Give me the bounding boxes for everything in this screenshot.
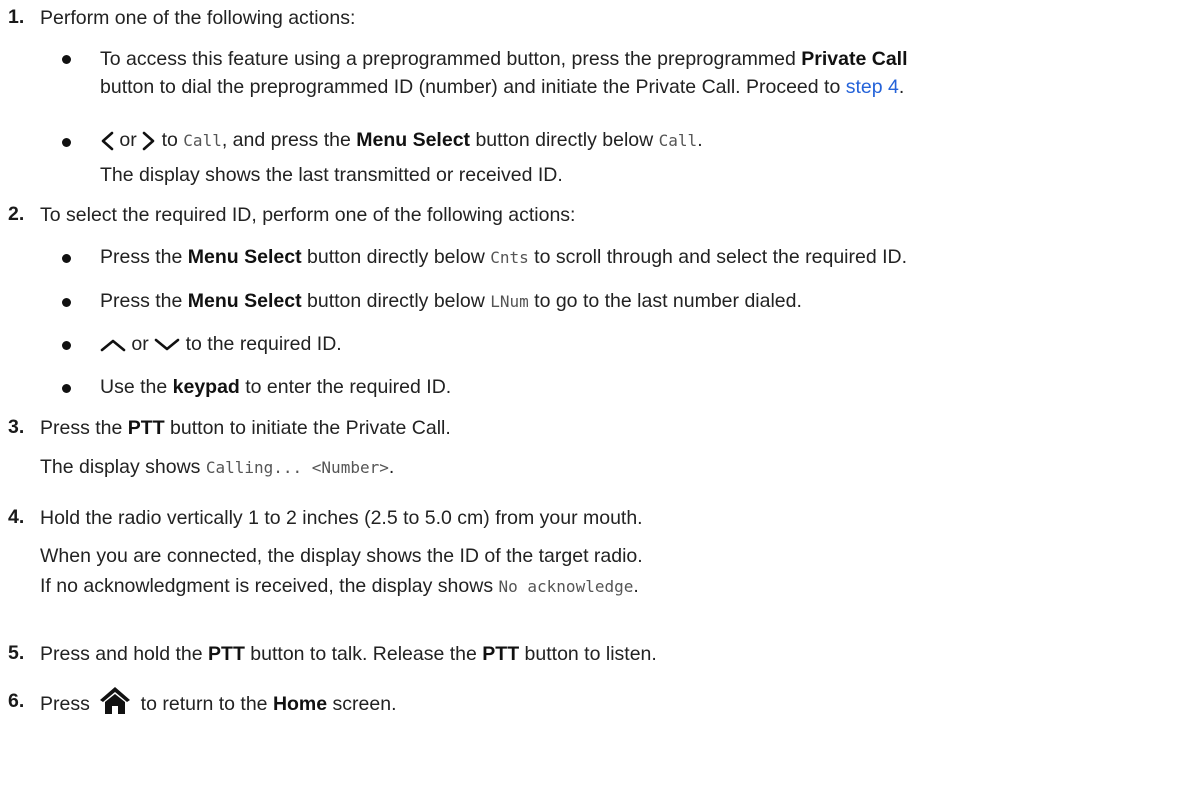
step-2-bullet-2: Press the Menu Select button directly be…: [100, 289, 802, 314]
menu-select-label: Menu Select: [356, 129, 471, 151]
private-call-label: Private Call: [801, 48, 908, 70]
text: to scroll through and select the require…: [528, 246, 908, 268]
step-4-number: 4.: [8, 506, 25, 528]
menu-select-label: Menu Select: [187, 290, 302, 312]
step-3-text: Press the PTT button to initiate the Pri…: [40, 416, 451, 440]
step-4-link[interactable]: step 4: [846, 76, 899, 98]
text: button to dial the preprogrammed ID (num…: [100, 76, 846, 98]
text: or: [131, 333, 149, 355]
keypad-label: keypad: [172, 376, 240, 398]
step-4-line-2: When you are connected, the display show…: [40, 545, 643, 567]
left-arrow-icon: [100, 131, 114, 151]
step-1-bullet-1-line-1: To access this feature using a preprogra…: [100, 47, 908, 71]
up-arrow-icon: [100, 338, 126, 352]
bullet: [62, 138, 71, 147]
bullet: [62, 55, 71, 64]
text: .: [633, 575, 639, 597]
step-5-number: 5.: [8, 642, 25, 664]
bullet: [62, 298, 71, 307]
text: Press the: [100, 290, 188, 312]
text: screen.: [327, 693, 397, 716]
step-2-number: 2.: [8, 203, 25, 225]
text: Press: [40, 693, 96, 716]
text: button to initiate the Private Call.: [164, 417, 451, 439]
text: button to listen.: [519, 643, 657, 665]
step-4-text: Hold the radio vertically 1 to 2 inches …: [40, 507, 643, 529]
step-1-text: Perform one of the following actions:: [40, 7, 356, 29]
step-1-number: 1.: [8, 6, 25, 28]
document-page: 1. Perform one of the following actions:…: [0, 0, 1203, 791]
text: To access this feature using a preprogra…: [100, 48, 802, 70]
step-6-text: Press to return to the Home screen.: [40, 687, 397, 720]
ptt-label: PTT: [208, 643, 245, 665]
text: button directly below: [301, 246, 491, 268]
text: or: [119, 129, 137, 151]
ptt-label: PTT: [482, 643, 520, 665]
text: Use the: [100, 376, 173, 398]
step-4-line-3: If no acknowledgment is received, the di…: [40, 574, 639, 599]
call-code: Call: [658, 131, 698, 150]
text: .: [898, 76, 905, 98]
right-arrow-icon: [142, 131, 156, 151]
call-code: Call: [183, 131, 222, 150]
text: button directly below: [470, 129, 659, 151]
text: button directly below: [301, 290, 491, 312]
menu-select-label: Menu Select: [187, 246, 302, 268]
text: to: [161, 129, 178, 151]
step-2-bullet-4: Use the keypad to enter the required ID.: [100, 375, 451, 399]
ptt-label: PTT: [127, 417, 165, 439]
step-2-bullet-1: Press the Menu Select button directly be…: [100, 245, 907, 270]
step-6-number: 6.: [8, 690, 25, 712]
home-label: Home: [272, 693, 328, 716]
text: Press the: [100, 246, 188, 268]
text: .: [388, 456, 395, 478]
step-2-text: To select the required ID, perform one o…: [40, 204, 576, 226]
bullet: [62, 254, 71, 263]
text: If no acknowledgment is received, the di…: [40, 575, 499, 597]
bullet: [62, 384, 71, 393]
text: Press and hold the: [40, 643, 209, 665]
calling-code: Calling... <Number>: [205, 458, 389, 477]
text: button to talk. Release the: [244, 643, 483, 665]
text: to the required ID.: [185, 333, 342, 355]
step-3-line-2: The display shows Calling... <Number>.: [40, 455, 394, 480]
lnum-code: LNum: [490, 292, 529, 311]
text: The display shows: [40, 456, 206, 478]
text: , and press the: [221, 129, 357, 151]
text: to go to the last number dialed.: [528, 290, 802, 312]
bullet: [62, 341, 71, 350]
home-icon: [99, 685, 131, 715]
down-arrow-icon: [154, 338, 180, 352]
text: to enter the required ID.: [239, 376, 452, 398]
text: to return to the: [135, 693, 273, 716]
step-1-bullet-1-line-2: button to dial the preprogrammed ID (num…: [100, 75, 904, 99]
text: Press the: [40, 417, 128, 439]
text: .: [697, 129, 703, 151]
step-2-bullet-3: or to the required ID.: [100, 332, 342, 356]
step-3-number: 3.: [8, 416, 25, 438]
cnts-code: Cnts: [490, 248, 529, 267]
no-acknowledge-code: No acknowledge: [498, 577, 634, 596]
step-1-bullet-2-line-2: The display shows the last transmitted o…: [100, 164, 563, 186]
step-1-bullet-2-line-1: or to Call, and press the Menu Select bu…: [100, 128, 703, 153]
step-5-text: Press and hold the PTT button to talk. R…: [40, 642, 657, 666]
